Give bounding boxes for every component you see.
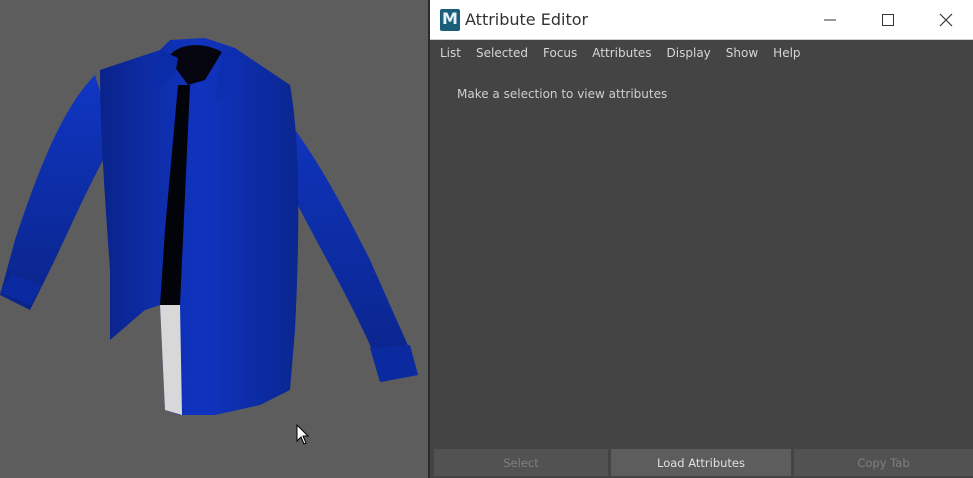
menu-selected[interactable]: Selected [476,46,528,60]
menu-bar: List Selected Focus Attributes Display S… [430,40,973,66]
menu-show[interactable]: Show [726,46,758,60]
load-attributes-button[interactable]: Load Attributes [611,449,791,476]
menu-help[interactable]: Help [773,46,800,60]
close-button[interactable] [917,0,973,39]
attribute-editor-window: M Attribute Editor List Selected Focus A… [428,0,973,478]
window-title: Attribute Editor [465,10,589,29]
menu-attributes[interactable]: Attributes [592,46,651,60]
maya-logo-icon: M [440,9,460,31]
menu-focus[interactable]: Focus [543,46,577,60]
maximize-icon [882,13,894,26]
title-bar[interactable]: M Attribute Editor [430,0,973,40]
minimize-icon [824,19,836,20]
mouse-cursor-icon [296,424,310,445]
bottom-button-bar: Select Load Attributes Copy Tab [434,449,973,476]
copy-tab-button[interactable]: Copy Tab [794,449,973,476]
close-icon [939,13,953,26]
select-button[interactable]: Select [434,449,608,476]
shirt-model[interactable] [0,30,430,430]
menu-display[interactable]: Display [667,46,711,60]
viewport-3d[interactable] [0,0,430,478]
maximize-button[interactable] [859,0,917,39]
menu-list[interactable]: List [440,46,461,60]
minimize-button[interactable] [801,0,859,39]
empty-selection-message: Make a selection to view attributes [457,87,668,101]
